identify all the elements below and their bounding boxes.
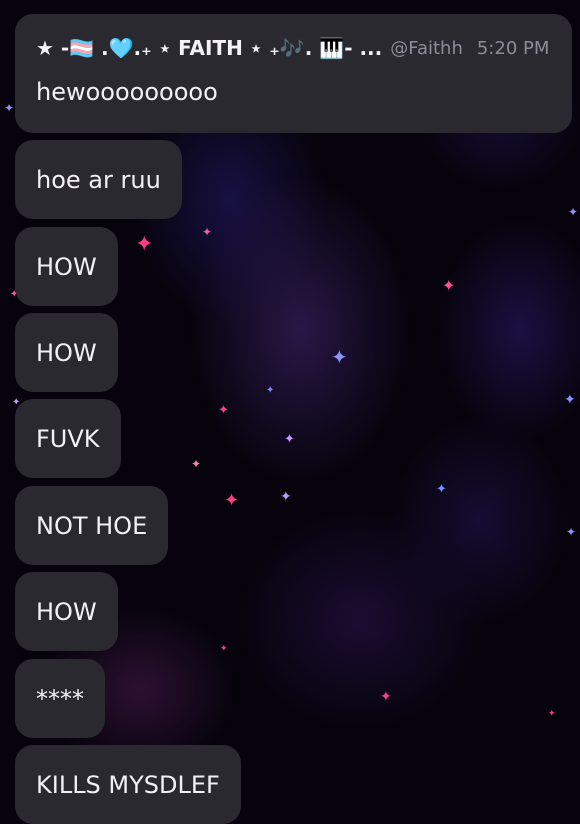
message-bubble[interactable]: HOW xyxy=(15,227,118,306)
message-text: FUVK xyxy=(36,424,100,453)
message-text: NOT HOE xyxy=(36,511,148,540)
sparkle-icon: ✦ xyxy=(220,644,228,654)
author-handle[interactable]: @Faithh xyxy=(390,38,463,59)
author-display-name[interactable]: ★ -🏳️‍⚧️ .🩵.₊ ⋆ FAITH ⋆ ₊🎶. 🎹- ... xyxy=(36,36,382,60)
message-text: **** xyxy=(36,684,84,713)
sparkle-icon: ✦ xyxy=(564,392,576,408)
sparkle-icon: ✦ xyxy=(436,482,447,497)
message-bubble[interactable]: hoe ar ruu xyxy=(15,140,182,219)
message-text: HOW xyxy=(36,252,97,281)
message-text: hewooooooooo xyxy=(36,78,218,106)
sparkle-icon: ✦ xyxy=(202,225,213,239)
sparkle-icon: ✦ xyxy=(4,101,15,115)
sparkle-icon: ✦ xyxy=(331,345,348,369)
message-bubble[interactable]: HOW xyxy=(15,572,118,651)
sparkle-icon: ✦ xyxy=(135,232,154,257)
sparkle-icon: ✦ xyxy=(218,403,229,418)
sparkle-icon: ✦ xyxy=(224,490,240,511)
message-bubble[interactable]: NOT HOE xyxy=(15,486,169,565)
sparkle-icon: ✦ xyxy=(568,205,579,219)
message-group-header[interactable]: ★ -🏳️‍⚧️ .🩵.₊ ⋆ FAITH ⋆ ₊🎶. 🎹- ... @Fait… xyxy=(15,14,572,133)
sparkle-icon: ✦ xyxy=(266,385,275,396)
sparkle-icon: ✦ xyxy=(380,689,392,705)
message-text: HOW xyxy=(36,338,97,367)
message-timestamp: 5:20 PM xyxy=(476,37,550,59)
message-bubble[interactable]: **** xyxy=(15,659,105,738)
sparkle-icon: ✦ xyxy=(284,432,295,447)
message-text: hoe ar ruu xyxy=(36,165,161,194)
sparkle-icon: ✦ xyxy=(280,489,292,505)
message-text: HOW xyxy=(36,597,97,626)
sparkle-icon: ✦ xyxy=(442,276,456,295)
message-header: ★ -🏳️‍⚧️ .🩵.₊ ⋆ FAITH ⋆ ₊🎶. 🎹- ... @Fait… xyxy=(36,36,551,60)
sparkle-icon: ✦ xyxy=(548,709,556,719)
message-bubble[interactable]: FUVK xyxy=(15,399,121,478)
sparkle-icon: ✦ xyxy=(566,525,577,539)
message-bubble[interactable]: HOW xyxy=(15,313,118,392)
sparkle-icon: ✦ xyxy=(191,457,202,471)
